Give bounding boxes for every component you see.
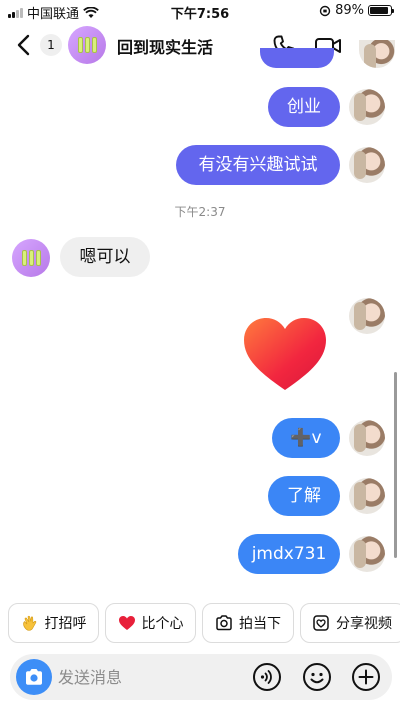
quick-reply-heart[interactable]: 比个心 (105, 603, 196, 643)
add-icon[interactable] (351, 662, 381, 692)
quick-replies-row: 打招呼 比个心 拍当下 分享视频 (0, 601, 400, 645)
chat-header: 1 回到现实生活 (0, 22, 400, 68)
quick-reply-share-video[interactable]: 分享视频 (300, 603, 400, 643)
quick-reply-label: 分享视频 (336, 616, 392, 632)
camera-outline-icon (216, 615, 232, 631)
quick-reply-photo[interactable]: 拍当下 (202, 603, 294, 643)
message-bubble-received: 嗯可以 (60, 237, 150, 277)
camera-icon (26, 669, 42, 685)
sender-avatar (349, 478, 385, 514)
chat-title[interactable]: 回到现实生活 (117, 34, 213, 58)
back-icon[interactable] (14, 33, 34, 57)
quick-reply-label: 比个心 (141, 616, 184, 632)
sender-avatar (349, 298, 385, 334)
message-bubble-sent: 了解 (268, 476, 340, 516)
sender-avatar (349, 420, 385, 456)
voice-message-icon[interactable] (252, 662, 282, 692)
message-bubble-sent: 创业 (268, 87, 340, 127)
heart-sticker (244, 318, 326, 390)
message-bubble-sent: 有没有兴趣试试 (176, 145, 340, 185)
heart-icon (118, 616, 135, 630)
sender-avatar (349, 147, 385, 183)
message-bubble-sent: jmdx731 (238, 534, 340, 574)
sender-avatar (349, 536, 385, 572)
quick-reply-label: 拍当下 (239, 616, 281, 632)
status-bar: 中国联通 下午7:56 89% (0, 0, 400, 22)
unread-count-badge[interactable]: 1 (40, 34, 62, 56)
message-bubble-sent: ➕v (272, 418, 340, 458)
emoji-icon[interactable] (302, 662, 332, 692)
orientation-lock-icon (319, 5, 331, 16)
heart-video-icon (313, 615, 329, 631)
status-right: 89% (319, 3, 394, 18)
battery-icon (368, 5, 394, 16)
chat-scrollbar[interactable] (394, 372, 397, 558)
sender-avatar (349, 89, 385, 125)
message-bubble-partial (260, 48, 334, 68)
message-composer (10, 654, 392, 700)
quick-reply-label: 打招呼 (44, 616, 87, 632)
message-timestamp: 下午2:37 (174, 205, 226, 219)
received-avatar[interactable] (12, 239, 50, 277)
quick-reply-wave[interactable]: 打招呼 (8, 603, 99, 643)
waving-hand-icon (22, 615, 36, 631)
camera-button[interactable] (16, 659, 52, 695)
message-input[interactable] (58, 665, 248, 689)
battery-percent: 89% (335, 3, 364, 18)
group-avatar[interactable] (68, 26, 106, 64)
